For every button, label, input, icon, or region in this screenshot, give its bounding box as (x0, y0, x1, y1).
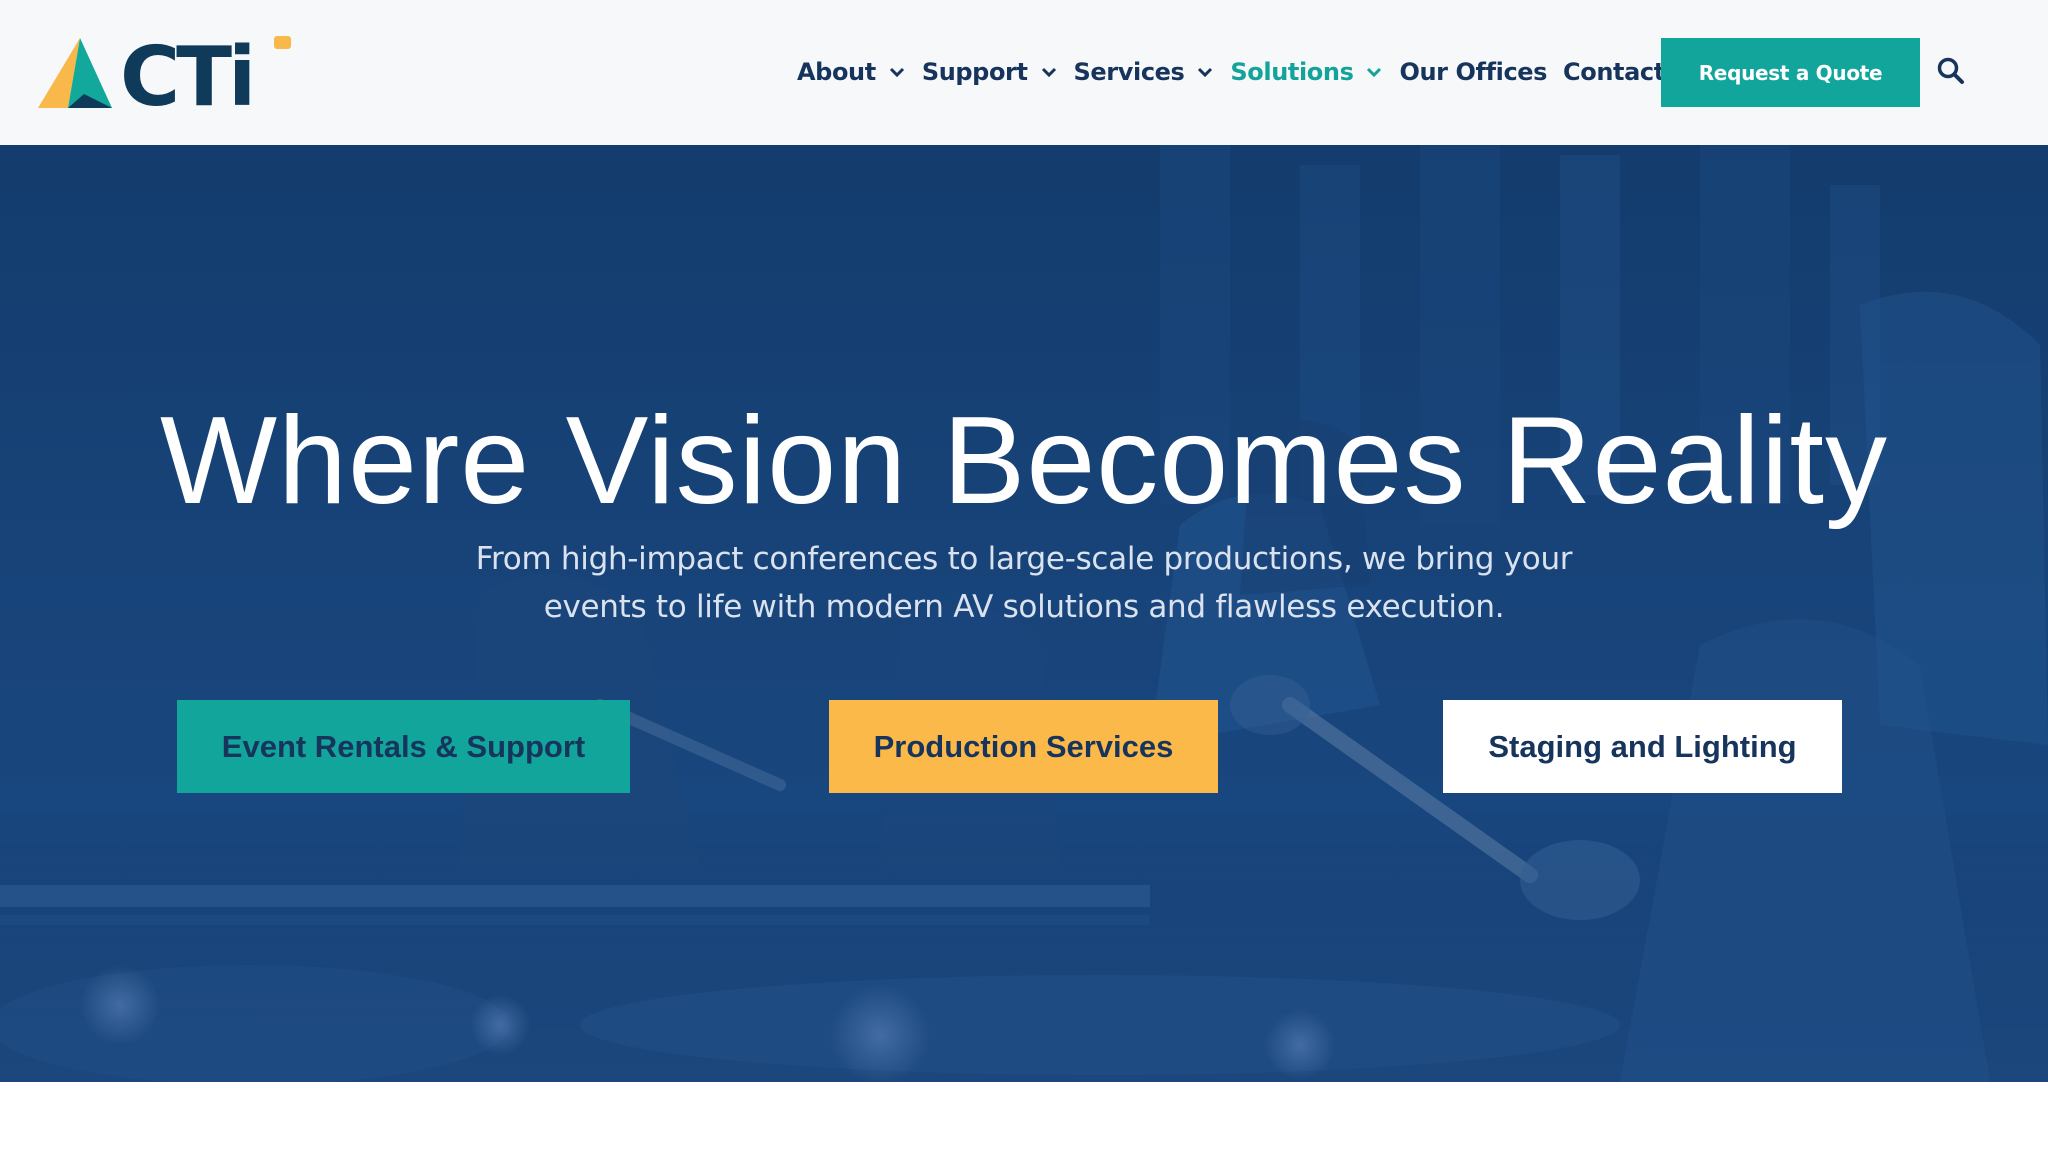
chevron-down-icon (1041, 67, 1056, 78)
event-rentals-support-button[interactable]: Event Rentals & Support (177, 700, 630, 793)
logo-wordmark: CTi (120, 30, 256, 125)
chevron-down-icon (889, 67, 904, 78)
logo-dot (274, 36, 291, 49)
nav-label: Solutions (1230, 58, 1354, 86)
search-icon (1937, 57, 1964, 84)
request-quote-button[interactable]: Request a Quote (1661, 38, 1920, 107)
hero-subtitle: From high-impact conferences to large-sc… (475, 541, 1573, 625)
nav-label: Our Offices (1399, 58, 1548, 86)
chevron-down-icon (1367, 67, 1382, 78)
nav-item-support[interactable]: Support (922, 58, 1058, 86)
nav-label: About (797, 58, 876, 86)
nav-label: Support (921, 58, 1028, 86)
nav-item-solutions[interactable]: Solutions (1230, 58, 1383, 86)
nav-label: Contact (1563, 58, 1665, 86)
nav-item-our-offices[interactable]: Our Offices (1399, 58, 1547, 86)
search-button[interactable] (1936, 56, 1966, 86)
nav-item-contact[interactable]: Contact (1563, 58, 1665, 86)
hero-section: Where Vision Becomes Reality From high-i… (0, 145, 2048, 1082)
nav-item-services[interactable]: Services (1074, 58, 1215, 86)
logo-triangle-icon (38, 38, 112, 108)
chevron-down-icon (1198, 67, 1213, 78)
nav-label: Services (1073, 58, 1185, 86)
nav-item-about[interactable]: About (797, 58, 906, 86)
cti-logo[interactable]: CTi (38, 34, 291, 119)
main-nav: About Support Services Solutions Our Off… (797, 52, 1665, 92)
site-header: CTi About Support Services Solutions Our… (0, 0, 2048, 145)
hero-title: Where Vision Becomes Reality (160, 392, 1888, 530)
production-services-button[interactable]: Production Services (829, 700, 1218, 793)
staging-lighting-button[interactable]: Staging and Lighting (1443, 700, 1842, 793)
